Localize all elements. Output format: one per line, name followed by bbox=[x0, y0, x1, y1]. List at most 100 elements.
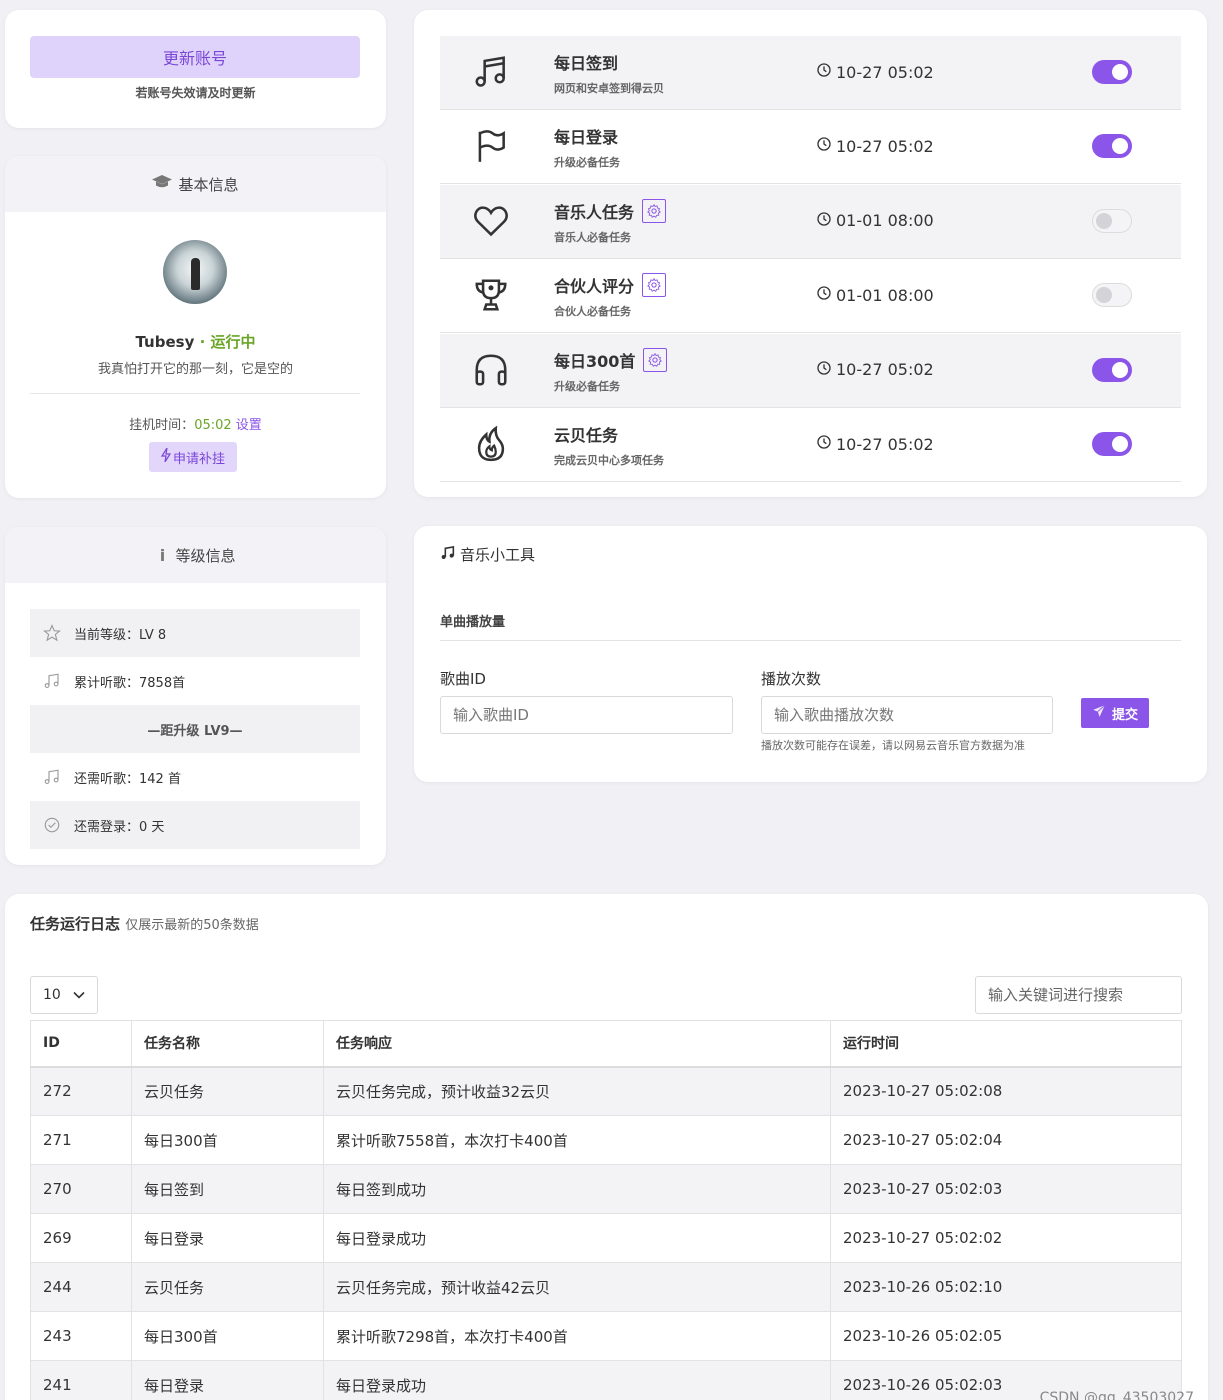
cell-task-name: 云贝任务 bbox=[131, 1066, 324, 1116]
current-level-text: 当前等级：LV 8 bbox=[74, 627, 167, 643]
column-header-run-time[interactable]: 运行时间 bbox=[830, 1020, 1182, 1068]
divider bbox=[30, 393, 360, 394]
cell-id: 243 bbox=[30, 1311, 132, 1361]
task-toggle[interactable] bbox=[1092, 60, 1132, 84]
music-tool-header: 音乐小工具 bbox=[440, 544, 535, 565]
column-header-task-response[interactable]: 任务响应 bbox=[323, 1020, 831, 1068]
task-name: 每日登录 bbox=[554, 128, 619, 148]
toggle-knob bbox=[1096, 212, 1112, 229]
task-name-row: 云贝任务 bbox=[554, 422, 618, 446]
task-name: 云贝任务 bbox=[554, 426, 619, 445]
info-icon: i bbox=[159, 545, 166, 565]
task-time: 10-27 05:02 bbox=[816, 434, 934, 454]
play-count-label: 播放次数 bbox=[761, 670, 822, 688]
total-listened-row: 累计听歌：7858首 bbox=[30, 657, 360, 705]
play-count-input[interactable] bbox=[761, 696, 1053, 734]
update-account-button[interactable]: 更新账号 bbox=[30, 36, 360, 78]
play-count-note: 播放次数可能存在误差，请以网易云音乐官方数据为准 bbox=[761, 739, 1025, 752]
basic-info-card: 基本信息 Tubesy · 运行中 我真怕打开它的那一刻，它是空的 挂机时间：0… bbox=[5, 156, 386, 498]
cell-task-name: 每日300首 bbox=[131, 1311, 324, 1361]
task-name: 每日签到 bbox=[554, 54, 619, 73]
gear-icon[interactable] bbox=[643, 347, 668, 372]
table-row: 270 每日签到 每日签到成功 2023-10-27 05:02:03 bbox=[30, 1164, 1182, 1214]
flag-icon bbox=[472, 127, 510, 165]
search-input[interactable] bbox=[975, 976, 1182, 1014]
music-note-icon bbox=[30, 768, 74, 786]
gear-icon[interactable] bbox=[642, 273, 667, 298]
apply-rehang-button[interactable]: 申请补挂 bbox=[149, 442, 237, 472]
music-tool-title: 音乐小工具 bbox=[460, 546, 536, 564]
username-row: Tubesy · 运行中 bbox=[5, 331, 386, 352]
cell-task-response: 云贝任务完成，预计收益32云贝 bbox=[323, 1066, 831, 1116]
level-info-title: 等级信息 bbox=[175, 546, 236, 565]
cell-id: 270 bbox=[30, 1164, 132, 1214]
task-toggle[interactable] bbox=[1092, 283, 1132, 308]
current-level-row: 当前等级：LV 8 bbox=[30, 609, 360, 657]
column-header-task-name[interactable]: 任务名称 bbox=[131, 1020, 324, 1068]
table-row: 271 每日300首 累计听歌7558首，本次打卡400首 2023-10-27 05… bbox=[30, 1115, 1182, 1165]
task-toggle[interactable] bbox=[1092, 134, 1132, 159]
watermark: CSDN @qq_43503027 bbox=[1039, 1390, 1194, 1400]
cell-task-name: 每日签到 bbox=[131, 1164, 324, 1214]
apply-rehang-label: 申请补挂 bbox=[172, 451, 225, 467]
task-time-value: 10-27 05:02 bbox=[836, 62, 934, 82]
level-info-header: i 等级信息 bbox=[5, 527, 386, 583]
hang-time-row: 挂机时间：05:02 设置 bbox=[5, 414, 386, 433]
task-row: 云贝任务 完成云贝中心多项任务 10-27 05:02 bbox=[440, 408, 1181, 482]
basic-info-header: 基本信息 bbox=[5, 156, 386, 212]
task-name-row: 每日300首 bbox=[554, 347, 668, 372]
cell-run-time: 2023-10-26 05:02:10 bbox=[830, 1262, 1182, 1312]
task-toggle[interactable] bbox=[1092, 357, 1132, 382]
cell-id: 241 bbox=[30, 1360, 132, 1400]
separator: · bbox=[194, 333, 211, 351]
fire-icon bbox=[472, 425, 510, 463]
task-time-value: 01-01 08:00 bbox=[836, 211, 934, 231]
task-description: 升级必备任务 bbox=[554, 379, 620, 393]
need-songs-text: 还需听歌：142 首 bbox=[74, 771, 181, 787]
song-id-input[interactable] bbox=[440, 696, 733, 734]
task-toggle[interactable] bbox=[1092, 208, 1132, 233]
submit-button[interactable]: 提交 bbox=[1081, 698, 1149, 728]
task-time: 10-27 05:02 bbox=[816, 62, 934, 82]
send-icon bbox=[1092, 704, 1106, 722]
gear-icon[interactable] bbox=[642, 198, 667, 223]
task-time: 10-27 05:02 bbox=[816, 360, 934, 380]
level-info-card: i 等级信息 当前等级：LV 8 累计听歌：7858首 —距升级 LV9— 还需… bbox=[5, 527, 386, 865]
account-hint: 若账号失效请及时更新 bbox=[135, 86, 256, 100]
task-log-card: 任务运行日志 仅展示最新的50条数据 10 ID 任务名称 任务响应 运行时间 … bbox=[5, 894, 1208, 1400]
cell-run-time: 2023-10-26 05:02:05 bbox=[830, 1311, 1182, 1361]
check-circle-icon bbox=[30, 816, 74, 834]
hang-time-label: 挂机时间： bbox=[129, 418, 195, 433]
task-log-subtitle: 仅展示最新的50条数据 bbox=[125, 918, 259, 933]
cell-id: 244 bbox=[30, 1262, 132, 1312]
column-header-id[interactable]: ID bbox=[30, 1020, 132, 1068]
task-log-table: ID 任务名称 任务响应 运行时间 272 云贝任务 云贝任务完成，预计收益32云贝… bbox=[30, 1020, 1182, 1400]
avatar[interactable] bbox=[163, 240, 227, 304]
cell-id: 272 bbox=[30, 1066, 132, 1116]
play-count-section-title: 单曲播放量 bbox=[440, 615, 506, 630]
set-time-link[interactable]: 设置 bbox=[236, 418, 262, 433]
task-toggle[interactable] bbox=[1092, 432, 1132, 456]
cell-task-name: 云贝任务 bbox=[131, 1262, 324, 1312]
clock-icon bbox=[816, 136, 832, 156]
music-tool-card: 音乐小工具 单曲播放量 歌曲ID 播放次数 播放次数可能存在误差，请以网易云音乐… bbox=[414, 526, 1207, 782]
page-size-select[interactable]: 10 bbox=[30, 976, 98, 1014]
cell-task-response: 累计听歌7298首，本次打卡400首 bbox=[323, 1311, 831, 1361]
task-time: 01-01 08:00 bbox=[816, 211, 934, 231]
need-days-text: 还需登录：0 天 bbox=[74, 819, 165, 835]
music-note-icon bbox=[30, 672, 74, 690]
task-name-row: 音乐人任务 bbox=[554, 198, 667, 223]
task-name: 音乐人任务 bbox=[554, 202, 635, 222]
table-row: 272 云贝任务 云贝任务完成，预计收益32云贝 2023-10-27 05:02:0… bbox=[30, 1066, 1182, 1116]
graduation-cap-icon bbox=[152, 175, 173, 193]
headphones-icon bbox=[472, 351, 510, 389]
cell-run-time: 2023-10-27 05:02:04 bbox=[830, 1115, 1182, 1165]
task-row: 每日登录 升级必备任务 10-27 05:02 bbox=[440, 110, 1181, 185]
tasks-card: 每日签到 网页和安卓签到得云贝 10-27 05:02 每日登录 升级必备任务 10-27… bbox=[414, 10, 1207, 497]
table-row: 241 每日登录 每日登录成功 2023-10-26 05:02:03 bbox=[30, 1360, 1182, 1400]
cell-id: 271 bbox=[30, 1115, 132, 1165]
task-description: 音乐人必备任务 bbox=[554, 230, 631, 244]
user-motto: 我真怕打开它的那一刻，它是空的 bbox=[97, 362, 293, 377]
task-time-value: 10-27 05:02 bbox=[836, 360, 934, 380]
cell-task-response: 每日登录成功 bbox=[323, 1213, 831, 1263]
